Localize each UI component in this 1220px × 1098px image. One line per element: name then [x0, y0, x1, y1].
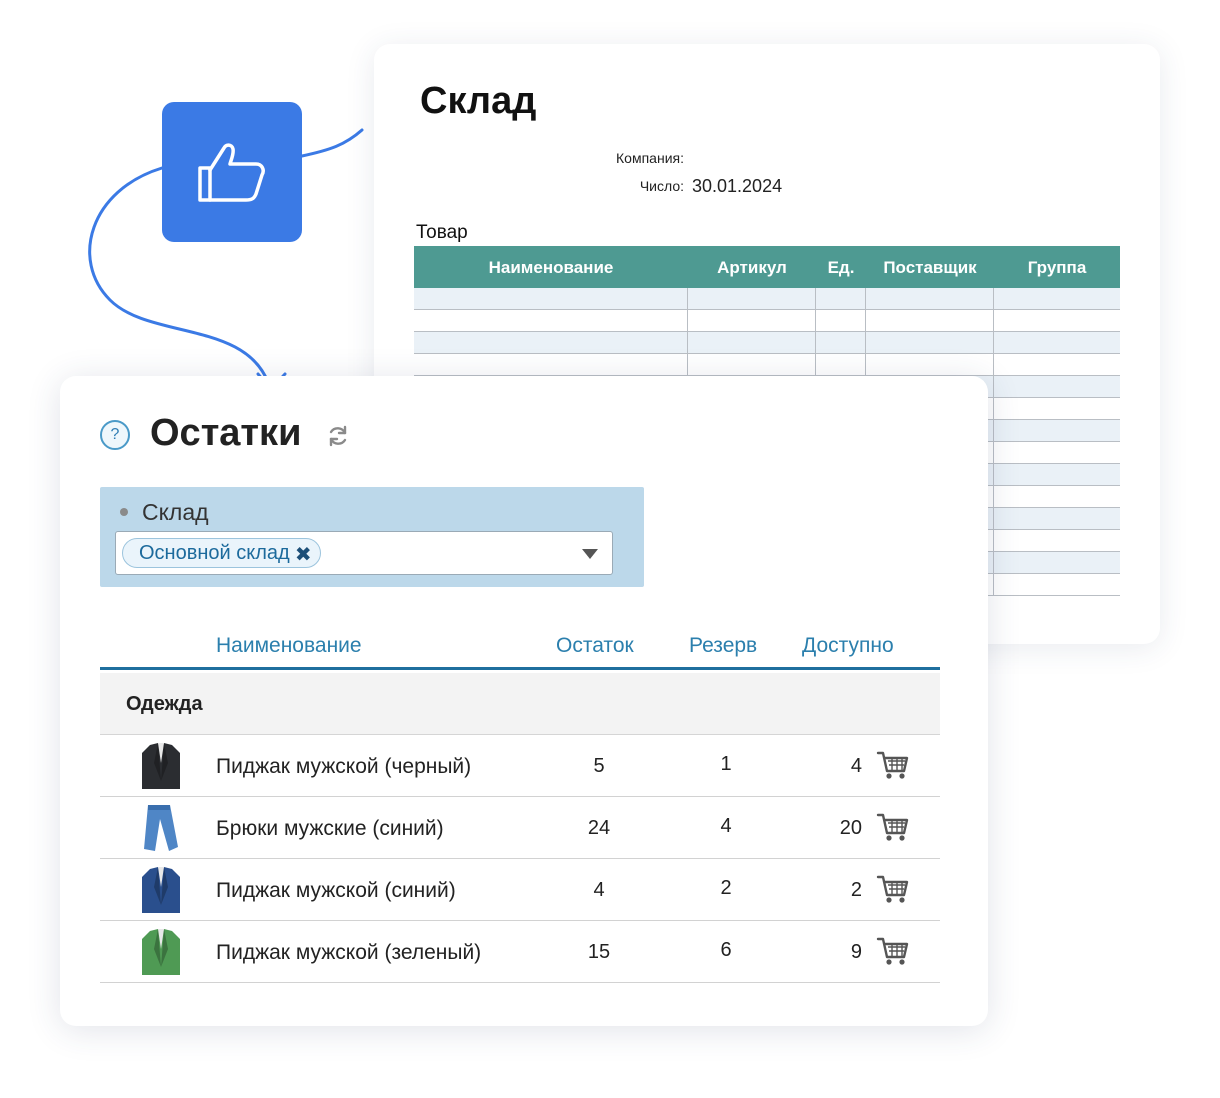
document-table-cell — [414, 332, 688, 353]
table-row[interactable]: Брюки мужские (синий) 24 4 20 — [100, 797, 940, 859]
document-title: Склад — [420, 80, 537, 122]
filter-bullet-icon — [120, 508, 128, 516]
group-label: Одежда — [126, 693, 203, 715]
table-row[interactable]: Пиджак мужской (синий) 4 2 2 — [100, 859, 940, 921]
warehouse-select[interactable]: Основной склад ✖ — [115, 531, 613, 575]
document-table-cell — [866, 310, 994, 331]
document-table-cell — [994, 288, 1120, 309]
section-label: Товар — [416, 222, 468, 243]
product-image-black-jacket — [142, 743, 180, 789]
document-table-cell — [994, 530, 1120, 551]
reserve-value: 6 — [720, 939, 732, 961]
reserve-value: 2 — [720, 877, 732, 899]
thumbs-up-icon — [198, 143, 265, 202]
filter-label: Склад — [142, 499, 209, 525]
company-label: Компания: — [616, 150, 684, 166]
refresh-icon[interactable] — [326, 424, 350, 448]
available-value: 2 — [850, 879, 862, 901]
product-name[interactable]: Пиджак мужской (зеленый) — [216, 941, 481, 965]
document-table-cell — [414, 354, 688, 375]
document-table-cell — [994, 508, 1120, 529]
document-table-cell — [414, 288, 688, 309]
col-available-header[interactable]: Доступно — [802, 634, 894, 658]
doc-col-article: Артикул — [717, 258, 787, 277]
document-table-header: Наименование Артикул Ед. Поставщик Групп… — [414, 246, 1120, 288]
document-table-cell — [994, 420, 1120, 441]
document-table-cell — [994, 486, 1120, 507]
help-icon[interactable]: ? — [100, 420, 130, 450]
document-table-cell — [688, 310, 816, 331]
col-reserve-header[interactable]: Резерв — [689, 634, 757, 658]
product-name[interactable]: Брюки мужские (синий) — [216, 817, 444, 841]
document-table-row — [414, 332, 1120, 354]
doc-col-unit: Ед. — [827, 258, 855, 277]
product-image-blue-jacket — [142, 867, 180, 913]
document-table-cell — [816, 354, 866, 375]
cart-icon[interactable] — [876, 935, 910, 967]
warehouse-filter: Склад Основной склад ✖ — [100, 487, 644, 587]
available-value: 9 — [850, 941, 862, 963]
available-value: 20 — [839, 817, 862, 839]
date-value: 30.01.2024 — [692, 176, 783, 196]
product-image-green-jacket — [142, 929, 180, 975]
doc-col-group: Группа — [1027, 258, 1087, 277]
remain-value: 15 — [587, 941, 611, 963]
document-table-cell — [994, 398, 1120, 419]
cart-icon[interactable] — [876, 811, 910, 843]
available-value: 4 — [850, 755, 862, 777]
document-table-cell — [994, 332, 1120, 353]
doc-col-name: Наименование — [488, 258, 614, 277]
remove-chip-icon[interactable]: ✖ — [295, 542, 312, 567]
col-name-header[interactable]: Наименование — [216, 634, 362, 658]
document-table-cell — [994, 310, 1120, 331]
selected-warehouse-chip[interactable]: Основной склад ✖ — [122, 538, 321, 568]
document-table-cell — [994, 354, 1120, 375]
document-table-cell — [994, 442, 1120, 463]
date-label: Число: — [639, 178, 684, 194]
table-row[interactable]: Пиджак мужской (черный) 5 1 4 — [100, 735, 940, 797]
chip-label: Основной склад — [139, 541, 290, 564]
page-title: Остатки — [150, 412, 302, 454]
group-row[interactable]: Одежда — [100, 673, 940, 735]
document-table-cell — [994, 376, 1120, 397]
document-table-cell — [816, 288, 866, 309]
document-table-cell — [414, 310, 688, 331]
reserve-value: 1 — [720, 753, 732, 775]
product-image-blue-trousers — [144, 805, 178, 851]
document-table-cell — [688, 288, 816, 309]
document-table-cell — [816, 332, 866, 353]
stock-table-header: Наименование Остаток Резерв Доступно — [100, 624, 940, 670]
reserve-value: 4 — [720, 815, 732, 837]
document-table-cell — [994, 574, 1120, 595]
remain-value: 5 — [593, 755, 605, 777]
document-table-cell — [866, 332, 994, 353]
document-table-cell — [688, 332, 816, 353]
cart-icon[interactable] — [876, 873, 910, 905]
document-table-cell — [866, 288, 994, 309]
remain-value: 24 — [587, 817, 611, 839]
document-table-cell — [866, 354, 994, 375]
document-table-cell — [688, 354, 816, 375]
stock-panel: ? Остатки Склад Основной склад ✖ Наимено… — [60, 376, 988, 1026]
document-table-row — [414, 288, 1120, 310]
thumbs-up-badge — [162, 102, 302, 242]
remain-value: 4 — [593, 879, 605, 901]
document-table-cell — [994, 464, 1120, 485]
document-table-row — [414, 354, 1120, 376]
col-remain-header[interactable]: Остаток — [556, 634, 634, 658]
product-name[interactable]: Пиджак мужской (синий) — [216, 879, 456, 903]
cart-icon[interactable] — [876, 749, 910, 781]
document-table-row — [414, 310, 1120, 332]
document-table-cell — [994, 552, 1120, 573]
document-table-cell — [816, 310, 866, 331]
product-name[interactable]: Пиджак мужской (черный) — [216, 755, 471, 779]
doc-col-supplier: Поставщик — [883, 258, 977, 277]
table-row[interactable]: Пиджак мужской (зеленый) 15 6 9 — [100, 921, 940, 983]
chevron-down-icon[interactable] — [582, 549, 598, 559]
